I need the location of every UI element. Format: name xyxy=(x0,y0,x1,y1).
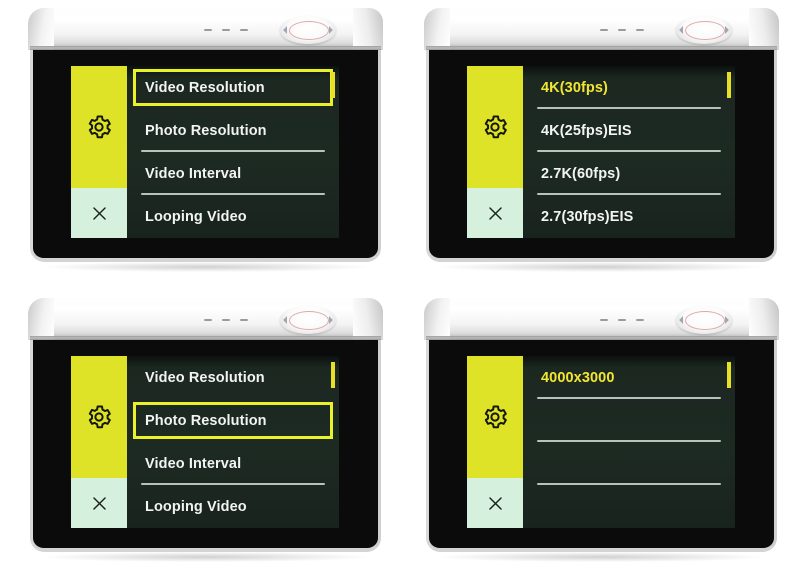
scroll-indicator[interactable] xyxy=(331,72,335,98)
menu-item-label: Looping Video xyxy=(145,498,247,515)
shutter-tick-left-icon xyxy=(283,316,287,324)
menu-item[interactable]: 2.7(30fps)EIS xyxy=(523,195,735,238)
scroll-indicator[interactable] xyxy=(331,362,335,388)
menu-item[interactable] xyxy=(523,399,735,442)
shutter-tick-left-icon xyxy=(283,26,287,34)
sidebar-item-close[interactable] xyxy=(467,188,523,238)
menu-list[interactable]: 4K(30fps) 4K(25fps)EIS 2.7K(60fps) 2.7(3… xyxy=(523,66,735,238)
device-screen-face: 4K(30fps) 4K(25fps)EIS 2.7K(60fps) 2.7(3… xyxy=(426,50,777,262)
microphone-holes-icon xyxy=(204,28,248,32)
sidebar-rail xyxy=(71,356,127,528)
lcd-screen-bottom-right: 4000x3000 xyxy=(467,356,735,528)
menu-item-label: 4K(30fps) xyxy=(541,79,608,96)
menu-item[interactable]: 4K(25fps)EIS xyxy=(523,109,735,152)
camera-device-bottom-left: Video Resolution Photo Resolution Video … xyxy=(28,298,383,562)
device-screen-face: 4000x3000 xyxy=(426,340,777,552)
menu-item[interactable]: Looping Video xyxy=(127,485,339,528)
sidebar-item-close[interactable] xyxy=(71,478,127,528)
camera-device-top-right: 4K(30fps) 4K(25fps)EIS 2.7K(60fps) 2.7(3… xyxy=(424,8,779,272)
screenshot-stage: Video Resolution Photo Resolution Video … xyxy=(0,0,800,581)
gear-icon xyxy=(481,113,509,141)
lcd-screen-bottom-left: Video Resolution Photo Resolution Video … xyxy=(71,356,339,528)
menu-item-label: Video Interval xyxy=(145,165,242,182)
menu-item-label: Photo Resolution xyxy=(145,412,267,429)
camera-device-bottom-right: 4000x3000 xyxy=(424,298,779,562)
device-screen-face: Video Resolution Photo Resolution Video … xyxy=(30,340,381,552)
gear-icon xyxy=(481,403,509,431)
scroll-indicator[interactable] xyxy=(727,362,731,388)
sidebar-rail xyxy=(467,356,523,528)
menu-item-label: 4K(25fps)EIS xyxy=(541,122,632,139)
sidebar-rail xyxy=(71,66,127,238)
sidebar-item-settings[interactable] xyxy=(71,356,127,478)
close-icon xyxy=(486,204,505,223)
scroll-indicator[interactable] xyxy=(727,72,731,98)
menu-item-label: Video Resolution xyxy=(145,369,265,386)
menu-item-label: Photo Resolution xyxy=(145,122,267,139)
shutter-button[interactable] xyxy=(676,306,732,334)
menu-item[interactable]: 2.7K(60fps) xyxy=(523,152,735,195)
device-screen-face: Video Resolution Photo Resolution Video … xyxy=(30,50,381,262)
lcd-screen-top-left: Video Resolution Photo Resolution Video … xyxy=(71,66,339,238)
device-shadow xyxy=(438,262,765,272)
microphone-holes-icon xyxy=(600,28,644,32)
sidebar-rail xyxy=(467,66,523,238)
shutter-tick-right-icon xyxy=(329,316,333,324)
close-icon xyxy=(486,494,505,513)
sidebar-item-close[interactable] xyxy=(467,478,523,528)
menu-item[interactable] xyxy=(523,442,735,485)
menu-item-label: Video Interval xyxy=(145,455,242,472)
menu-item-label: Video Resolution xyxy=(145,79,265,96)
close-icon xyxy=(90,204,109,223)
menu-item[interactable]: Photo Resolution xyxy=(127,399,339,442)
menu-item-label: 2.7(30fps)EIS xyxy=(541,208,634,225)
shutter-tick-left-icon xyxy=(679,26,683,34)
shutter-tick-right-icon xyxy=(725,26,729,34)
menu-item-label: 4000x3000 xyxy=(541,369,615,386)
shutter-button[interactable] xyxy=(280,16,336,44)
menu-item[interactable]: Video Interval xyxy=(127,442,339,485)
gear-icon xyxy=(85,403,113,431)
menu-item[interactable]: 4000x3000 xyxy=(523,356,735,399)
camera-device-top-left: Video Resolution Photo Resolution Video … xyxy=(28,8,383,272)
menu-list[interactable]: Video Resolution Photo Resolution Video … xyxy=(127,66,339,238)
shutter-tick-right-icon xyxy=(725,316,729,324)
shutter-tick-right-icon xyxy=(329,26,333,34)
menu-list[interactable]: 4000x3000 xyxy=(523,356,735,528)
menu-item[interactable]: Video Resolution xyxy=(127,66,339,109)
shutter-ring-icon xyxy=(289,311,329,330)
sidebar-item-close[interactable] xyxy=(71,188,127,238)
device-shadow xyxy=(42,262,369,272)
menu-item[interactable]: 4K(30fps) xyxy=(523,66,735,109)
sidebar-item-settings[interactable] xyxy=(467,66,523,188)
microphone-holes-icon xyxy=(204,318,248,322)
device-shadow xyxy=(438,552,765,562)
shutter-tick-left-icon xyxy=(679,316,683,324)
lcd-screen-top-right: 4K(30fps) 4K(25fps)EIS 2.7K(60fps) 2.7(3… xyxy=(467,66,735,238)
device-shadow xyxy=(42,552,369,562)
sidebar-item-settings[interactable] xyxy=(71,66,127,188)
microphone-holes-icon xyxy=(600,318,644,322)
shutter-button[interactable] xyxy=(676,16,732,44)
sidebar-item-settings[interactable] xyxy=(467,356,523,478)
menu-item-label: Looping Video xyxy=(145,208,247,225)
menu-item[interactable] xyxy=(523,485,735,528)
shutter-button[interactable] xyxy=(280,306,336,334)
shutter-ring-icon xyxy=(685,311,725,330)
shutter-ring-icon xyxy=(685,21,725,40)
menu-item-label: 2.7K(60fps) xyxy=(541,165,621,182)
menu-item[interactable]: Video Resolution xyxy=(127,356,339,399)
shutter-ring-icon xyxy=(289,21,329,40)
menu-item[interactable]: Video Interval xyxy=(127,152,339,195)
close-icon xyxy=(90,494,109,513)
menu-list[interactable]: Video Resolution Photo Resolution Video … xyxy=(127,356,339,528)
menu-item[interactable]: Looping Video xyxy=(127,195,339,238)
gear-icon xyxy=(85,113,113,141)
menu-item[interactable]: Photo Resolution xyxy=(127,109,339,152)
